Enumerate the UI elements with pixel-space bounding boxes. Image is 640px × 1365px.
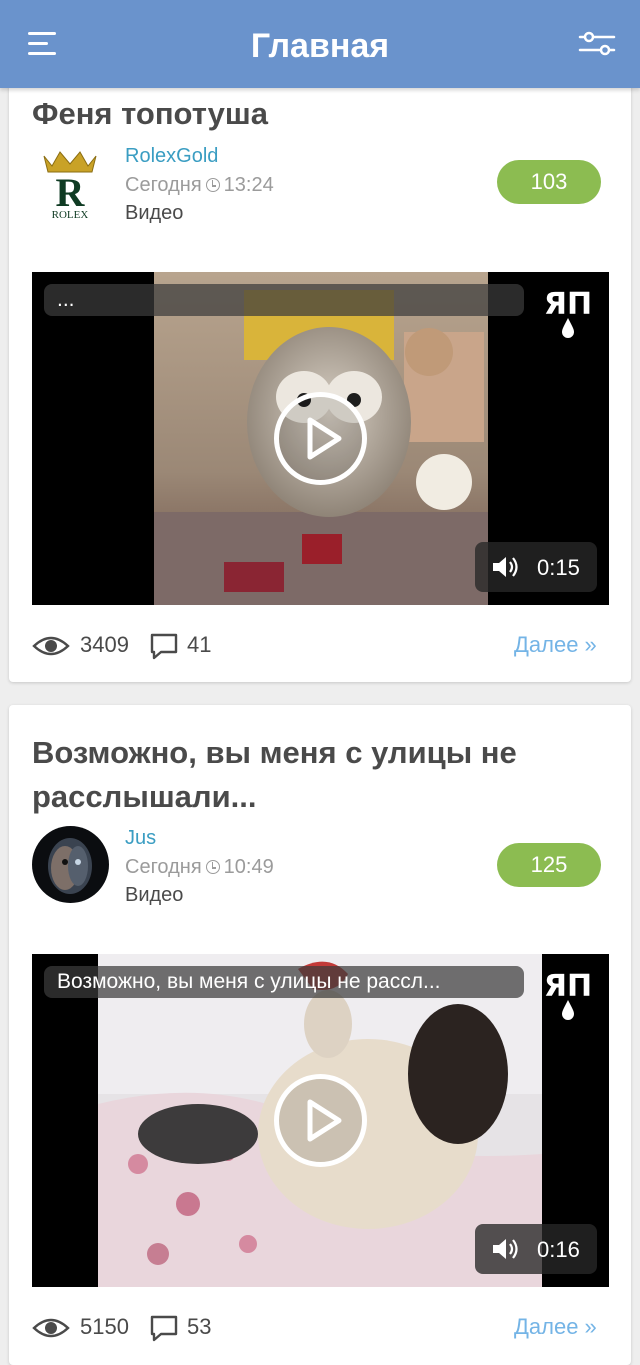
- svg-text:ЯП: ЯП: [544, 969, 592, 1004]
- video-duration: 0:16: [537, 1237, 580, 1262]
- video-duration-box: 0:15: [475, 542, 597, 592]
- yp-logo-icon: ЯП: [538, 966, 598, 1022]
- post-type: Видео: [125, 884, 184, 906]
- video-duration-box: 0:16: [475, 1224, 597, 1274]
- eye-icon: [32, 636, 70, 656]
- post-time: 10:49: [223, 856, 274, 878]
- read-more-link[interactable]: Далее »: [514, 632, 597, 658]
- comment-icon[interactable]: [149, 632, 179, 660]
- post-stats: 3409 41: [32, 630, 332, 660]
- post-date-day: Сегодня: [125, 856, 202, 878]
- rating-badge[interactable]: 103: [497, 160, 601, 204]
- views-count: 3409: [80, 632, 129, 657]
- comments-count: 53: [187, 1314, 212, 1339]
- volume-icon[interactable]: [491, 1236, 523, 1262]
- post-time: 13:24: [223, 174, 274, 196]
- page-title: Главная: [250, 27, 390, 65]
- author-name[interactable]: Jus: [125, 827, 156, 850]
- volume-icon[interactable]: [491, 554, 523, 580]
- post-title[interactable]: Феня топотуша: [32, 92, 592, 136]
- avatar[interactable]: [32, 826, 109, 903]
- filter-sliders-icon[interactable]: [578, 30, 616, 58]
- svg-text:ЯП: ЯП: [544, 287, 592, 322]
- post-stats: 5150 53: [32, 1312, 332, 1342]
- avatar[interactable]: R ROLEX: [32, 144, 109, 221]
- author-name[interactable]: RolexGold: [125, 145, 218, 168]
- clock-icon: [205, 860, 220, 874]
- top-app-bar: Главная: [0, 0, 640, 88]
- avatar-logo-text: ROLEX: [52, 209, 89, 221]
- post-title[interactable]: Возможно, вы меня с улицы не расслышали.…: [32, 731, 592, 819]
- post-card: Возможно, вы меня с улицы не расслышали.…: [9, 705, 631, 1365]
- video-caption: Возможно, вы меня с улицы не рассл...: [44, 966, 524, 998]
- comment-icon[interactable]: [149, 1314, 179, 1342]
- post-type: Видео: [125, 202, 184, 224]
- video-caption: ...: [44, 284, 524, 316]
- yp-logo-icon: ЯП: [538, 284, 598, 340]
- post-date-day: Сегодня: [125, 174, 202, 196]
- comments-count: 41: [187, 632, 212, 657]
- play-icon[interactable]: [273, 1073, 368, 1168]
- clock-icon: [205, 178, 220, 192]
- play-icon[interactable]: [273, 391, 368, 486]
- views-count: 5150: [80, 1314, 129, 1339]
- post-date: Сегодня 13:24: [125, 174, 274, 197]
- rating-badge[interactable]: 125: [497, 843, 601, 887]
- video-duration: 0:15: [537, 555, 580, 580]
- post-date: Сегодня 10:49: [125, 856, 274, 879]
- video-player[interactable]: ... ЯП 0:15: [32, 272, 609, 605]
- read-more-link[interactable]: Далее »: [514, 1314, 597, 1340]
- eye-icon: [32, 1318, 70, 1338]
- post-card: Феня топотуша R ROLEX RolexGold Сегодня 1…: [9, 70, 631, 682]
- video-player[interactable]: Возможно, вы меня с улицы не рассл... ЯП…: [32, 954, 609, 1287]
